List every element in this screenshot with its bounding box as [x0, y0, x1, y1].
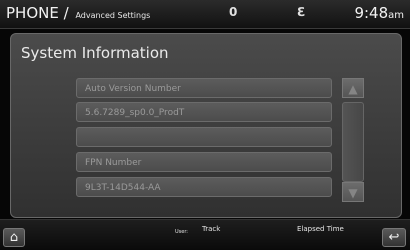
elapsed-time-label: Elapsed Time — [297, 225, 344, 233]
arrow-down-icon: ▼ — [342, 182, 364, 202]
system-info-panel: System Information Auto Version Number 5… — [10, 33, 402, 218]
list-item-empty — [76, 127, 332, 147]
screen: PHONE / Advanced Settings 0 ℇ 9:48am Sys… — [0, 0, 410, 250]
scroll-down-button[interactable]: ▼ — [342, 182, 364, 202]
home-icon: ⌂ — [9, 230, 19, 245]
bluetooth-icon: ℇ — [297, 5, 305, 19]
header-bar: PHONE / Advanced Settings 0 ℇ 9:48am — [0, 0, 410, 29]
footer-bar: ⌂ User: Track Elapsed Time ↩ — [0, 219, 410, 250]
scrollbar-track[interactable] — [342, 102, 364, 182]
subtitle-text: Advanced Settings — [75, 11, 151, 20]
list-item-auto-version-label: Auto Version Number — [76, 78, 332, 98]
list-item-fpn-label: FPN Number — [76, 152, 332, 172]
section-heading: System Information — [21, 44, 169, 62]
track-label: Track — [202, 225, 221, 233]
list-item-fpn-value: 9L3T-14D544-AA — [76, 177, 332, 197]
clock: 9:48am — [354, 4, 404, 22]
back-arrow-icon: ↩ — [388, 230, 400, 245]
scroll-up-button[interactable]: ▲ — [342, 78, 364, 98]
clock-time: 9:48 — [354, 4, 389, 22]
page-title: PHONE / Advanced Settings — [6, 4, 150, 22]
arrow-up-icon: ▲ — [342, 78, 364, 98]
signal-icon: 0 — [229, 5, 238, 19]
clock-ampm: am — [388, 10, 404, 21]
list-item-version-value: 5.6.7289_sp0.0_ProdT — [76, 102, 332, 122]
back-button[interactable]: ↩ — [382, 228, 406, 247]
home-button[interactable]: ⌂ — [3, 228, 25, 247]
title-text: PHONE / — [6, 4, 69, 22]
user-label: User: — [175, 229, 188, 235]
